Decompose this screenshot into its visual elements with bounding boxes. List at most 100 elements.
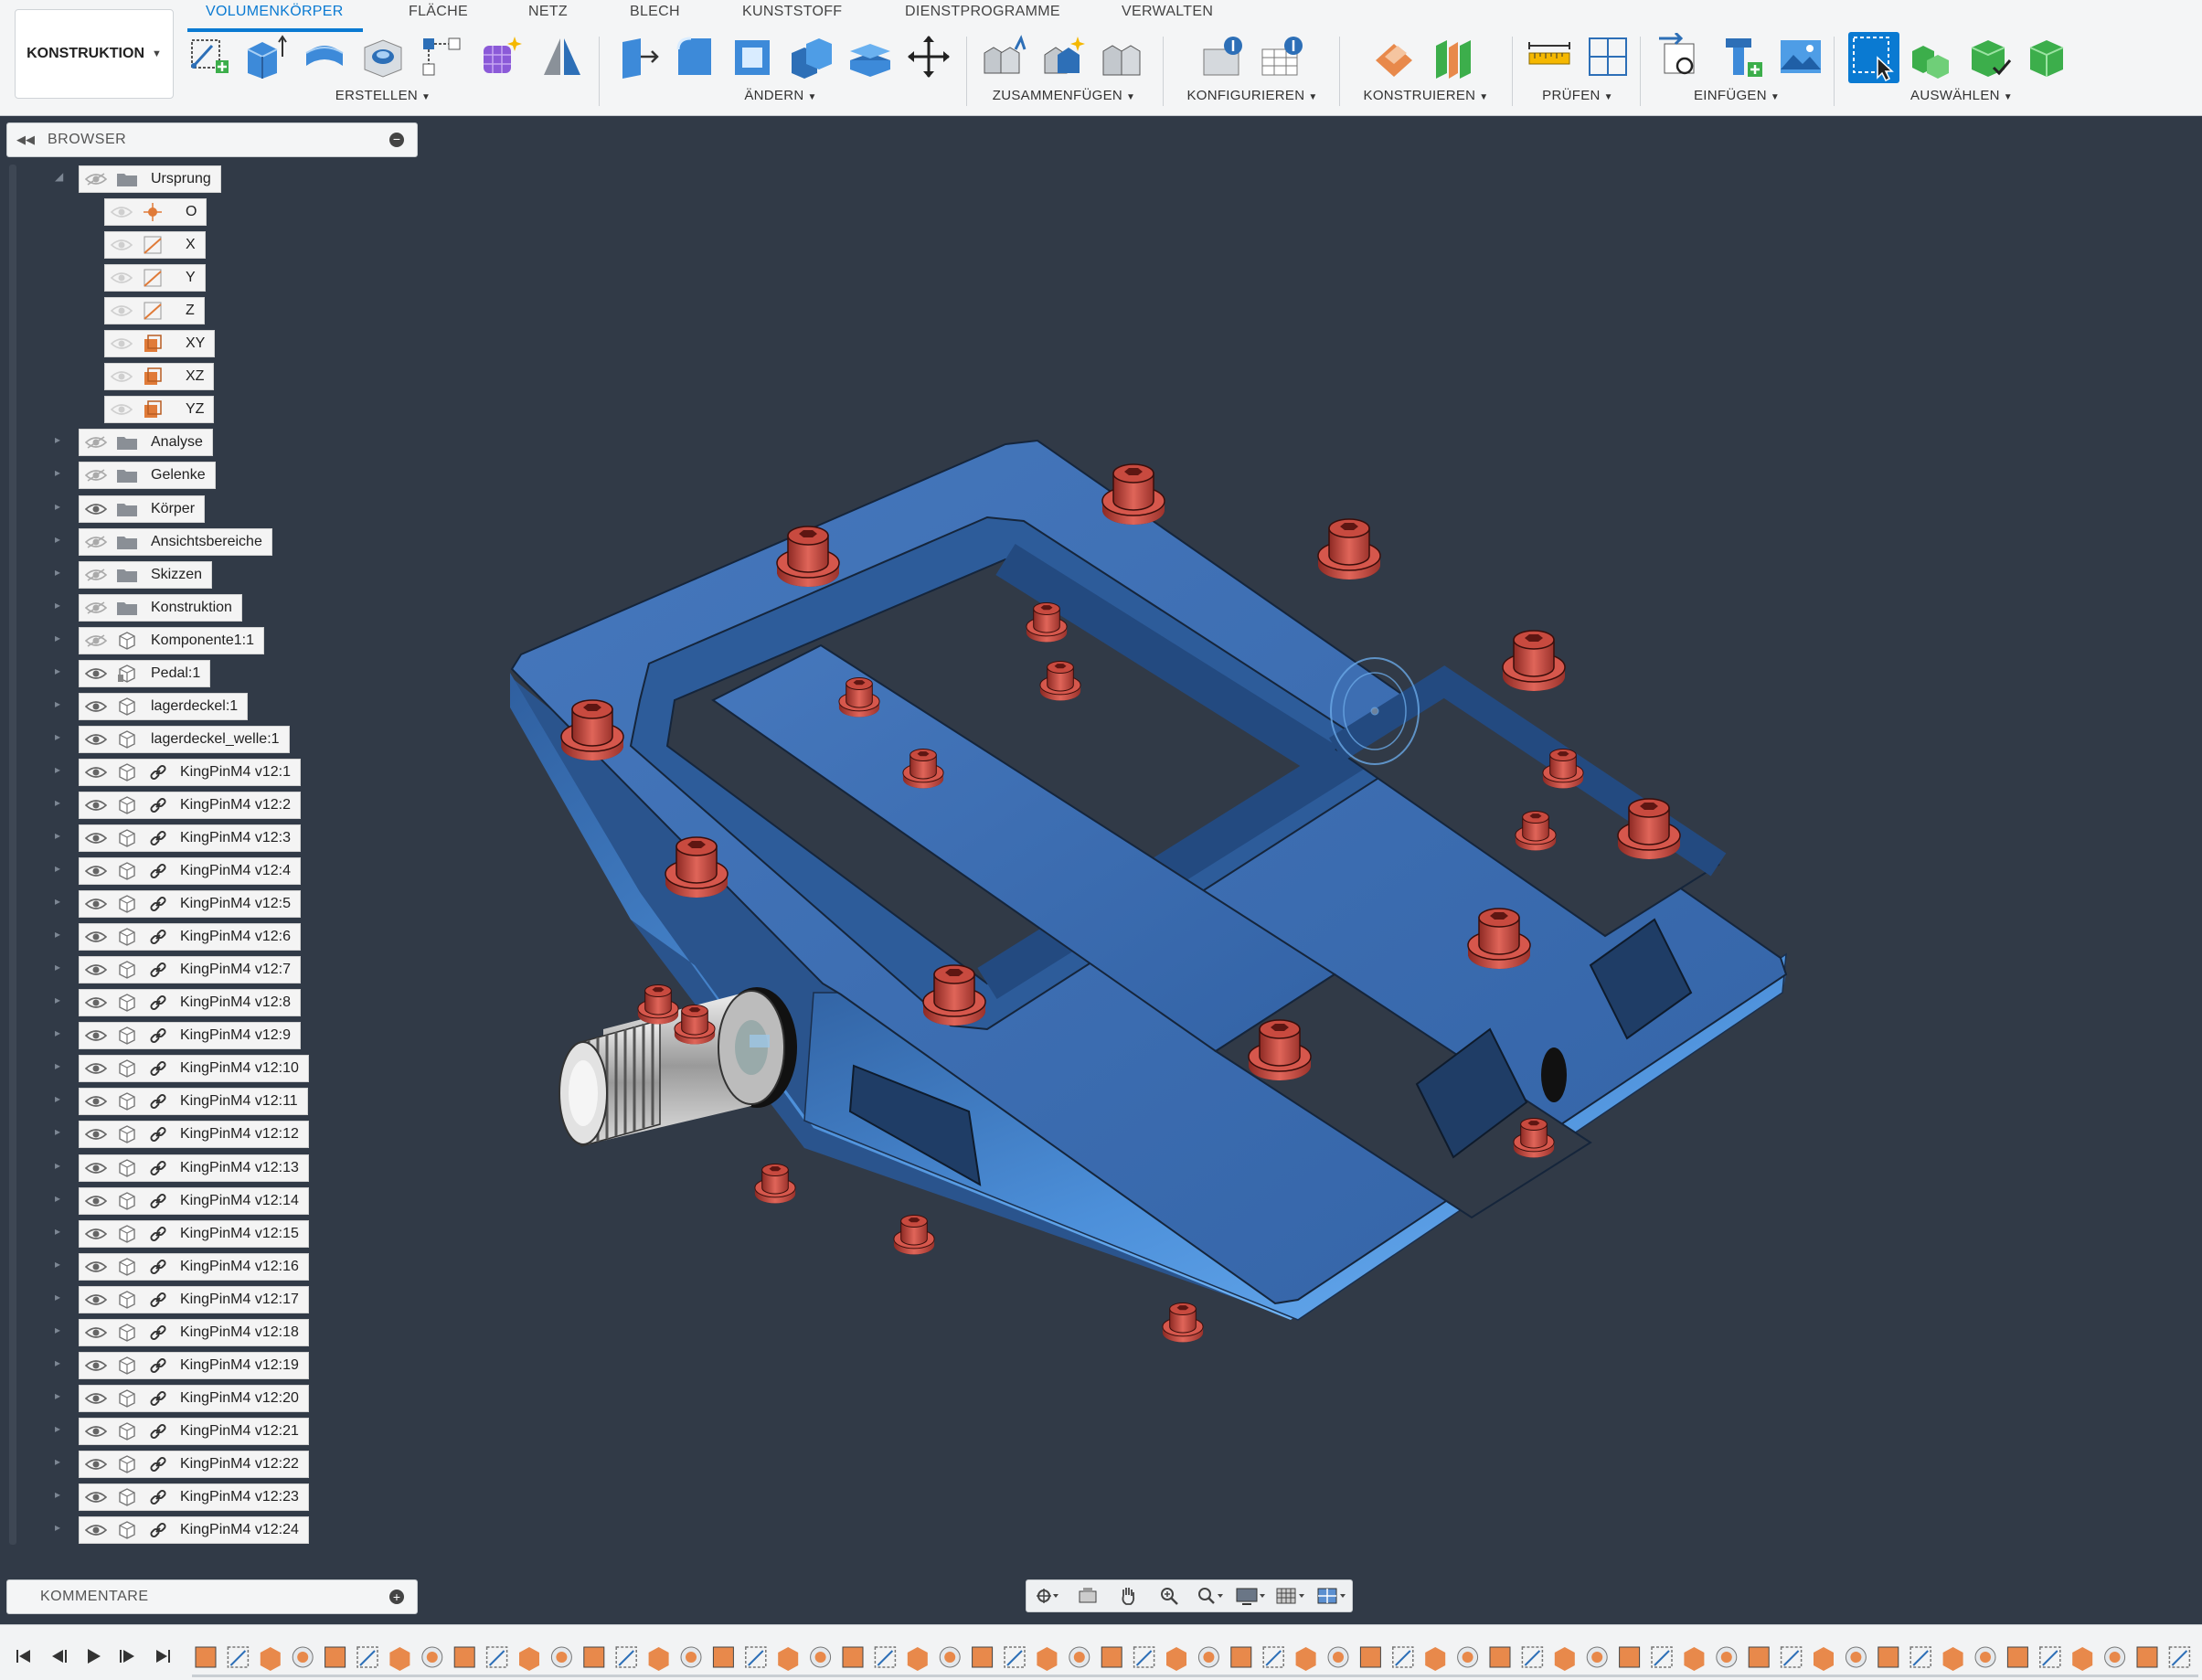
pattern-tool[interactable]: [417, 33, 466, 80]
timeline-feature[interactable]: [1069, 1646, 1090, 1668]
timeline-feature[interactable]: [1230, 1646, 1252, 1668]
tree-node-component[interactable]: lagerdeckel:1: [79, 692, 249, 720]
pedal-pin[interactable]: [893, 1215, 935, 1255]
go-to-start-icon[interactable]: [15, 1647, 33, 1665]
visibility-eye-icon[interactable]: [83, 797, 109, 813]
timeline-feature[interactable]: [1814, 1647, 1834, 1671]
timeline-feature[interactable]: [1197, 1646, 1219, 1668]
visibility-eye-icon[interactable]: [83, 1126, 109, 1143]
tree-node-linked-component[interactable]: KingPinM4 v12:6: [79, 923, 301, 952]
tree-node-linked-component[interactable]: KingPinM4 v12:1: [79, 758, 301, 786]
selection-filters-tool[interactable]: [1965, 33, 2015, 80]
expand-toggle-icon[interactable]: ▸: [55, 1027, 66, 1038]
collapse-panel-icon[interactable]: ◀◀: [16, 133, 35, 147]
expand-toggle-icon[interactable]: ▸: [55, 600, 66, 611]
visibility-eye-icon[interactable]: [83, 665, 109, 682]
pedal-model[interactable]: [420, 115, 2202, 1623]
visibility-eye-icon[interactable]: [83, 1027, 109, 1044]
tree-node-linked-component[interactable]: KingPinM4 v12:16: [79, 1252, 309, 1281]
expand-toggle-icon[interactable]: ▸: [55, 929, 66, 940]
tree-node-linked-component[interactable]: KingPinM4 v12:21: [79, 1417, 309, 1445]
group-aendern[interactable]: ÄNDERN ▼: [744, 88, 816, 103]
visibility-eye-icon[interactable]: [83, 1489, 109, 1505]
tree-node-linked-component[interactable]: KingPinM4 v12:11: [79, 1088, 308, 1116]
timeline-feature[interactable]: [680, 1646, 702, 1668]
expand-toggle-icon[interactable]: ▸: [55, 830, 66, 841]
timeline-feature[interactable]: [1457, 1646, 1479, 1668]
selection-priority-tool[interactable]: [1906, 33, 1955, 80]
visibility-eye-icon[interactable]: [83, 1522, 109, 1538]
shell-tool[interactable]: [729, 33, 778, 80]
visibility-eye-icon[interactable]: [83, 994, 109, 1011]
visibility-eye-icon[interactable]: [83, 1160, 109, 1176]
fillet-tool[interactable]: [670, 33, 719, 80]
mirror-tool[interactable]: [537, 33, 587, 80]
expand-toggle-icon[interactable]: ▸: [55, 1324, 66, 1335]
tree-node-linked-component[interactable]: KingPinM4 v12:23: [79, 1483, 309, 1511]
expand-toggle-icon[interactable]: ▸: [55, 567, 66, 578]
visibility-eye-icon[interactable]: [83, 501, 109, 517]
tree-node-linked-component[interactable]: KingPinM4 v12:10: [79, 1055, 309, 1083]
hole-tool[interactable]: [358, 33, 408, 80]
create-form-tool[interactable]: [475, 33, 525, 80]
pedal-pin[interactable]: [754, 1164, 796, 1204]
tree-node-origin-z[interactable]: Z: [104, 297, 205, 325]
timeline-feature[interactable]: [907, 1647, 928, 1671]
timeline-feature[interactable]: [1716, 1646, 1738, 1668]
tree-node-origin-yz[interactable]: YZ: [104, 396, 215, 424]
visibility-eye-icon[interactable]: [83, 1324, 109, 1341]
group-konfigurieren[interactable]: KONFIGURIEREN ▼: [1186, 88, 1317, 103]
timeline-feature[interactable]: [2006, 1646, 2028, 1668]
parameters-tool[interactable]: [1199, 33, 1249, 80]
visibility-eye-icon[interactable]: [109, 368, 134, 385]
orbit-button[interactable]: [1031, 1584, 1062, 1608]
expand-toggle-icon[interactable]: ▸: [55, 1522, 66, 1533]
visibility-eye-icon[interactable]: [83, 1060, 109, 1077]
browser-scrollbar[interactable]: [9, 165, 16, 1545]
insert-mcmaster-tool[interactable]: [1718, 33, 1767, 80]
expand-toggle-icon[interactable]: ▸: [55, 1456, 66, 1467]
group-einfuegen[interactable]: EINFÜGEN ▼: [1694, 88, 1780, 103]
tree-node-component[interactable]: Pedal:1: [79, 659, 211, 687]
extrude-tool[interactable]: [241, 33, 291, 80]
visibility-eye-icon[interactable]: [109, 204, 134, 220]
tab-verwalten[interactable]: VERWALTEN: [1122, 4, 1213, 20]
visibility-eye-icon[interactable]: [83, 731, 109, 748]
offset-face-tool[interactable]: [846, 33, 895, 80]
timeline-feature[interactable]: [1327, 1646, 1349, 1668]
timeline-feature[interactable]: [583, 1646, 605, 1668]
timeline-feature[interactable]: [778, 1647, 799, 1671]
section-analysis-tool[interactable]: [1583, 33, 1633, 80]
fit-button[interactable]: [1194, 1584, 1225, 1608]
tree-node-linked-component[interactable]: KingPinM4 v12:9: [79, 1022, 301, 1050]
visibility-eye-icon[interactable]: [109, 303, 134, 319]
tree-node-linked-component[interactable]: KingPinM4 v12:18: [79, 1318, 309, 1346]
pedal-pin[interactable]: [637, 984, 679, 1025]
tree-node-folder[interactable]: Skizzen: [79, 560, 213, 589]
visibility-eye-icon[interactable]: [83, 764, 109, 781]
tree-node-origin-xz[interactable]: XZ: [104, 363, 215, 391]
browser-panel-header[interactable]: ◀◀ BROWSER −: [6, 122, 418, 157]
tree-node-origin[interactable]: Ursprung: [79, 165, 221, 193]
measure-tool[interactable]: [1525, 33, 1574, 80]
timeline-feature[interactable]: [421, 1646, 443, 1668]
visibility-eye-icon[interactable]: [109, 270, 134, 286]
visibility-eye-icon[interactable]: [83, 896, 109, 912]
timeline-feature[interactable]: [1619, 1646, 1641, 1668]
timeline-track[interactable]: [192, 1675, 2198, 1677]
timeline-feature[interactable]: [810, 1646, 832, 1668]
expand-toggle-icon[interactable]: ▸: [55, 1423, 66, 1434]
insert-canvas-tool[interactable]: [1776, 33, 1825, 80]
timeline-feature[interactable]: [1586, 1646, 1608, 1668]
workspace-selector[interactable]: KONSTRUKTION ▼: [15, 9, 174, 99]
timeline-feature[interactable]: [324, 1646, 346, 1668]
tree-node-linked-component[interactable]: KingPinM4 v12:4: [79, 857, 301, 886]
insert-derive-tool[interactable]: [1656, 33, 1706, 80]
pedal-pin[interactable]: [1317, 518, 1381, 579]
timeline-feature[interactable]: [1295, 1647, 1316, 1671]
tree-node-component[interactable]: Komponente1:1: [79, 626, 264, 654]
new-component-tool[interactable]: [980, 33, 1029, 80]
timeline-feature[interactable]: [1909, 1646, 1931, 1668]
midplane-tool[interactable]: [1430, 33, 1479, 80]
timeline-feature[interactable]: [2072, 1647, 2093, 1671]
